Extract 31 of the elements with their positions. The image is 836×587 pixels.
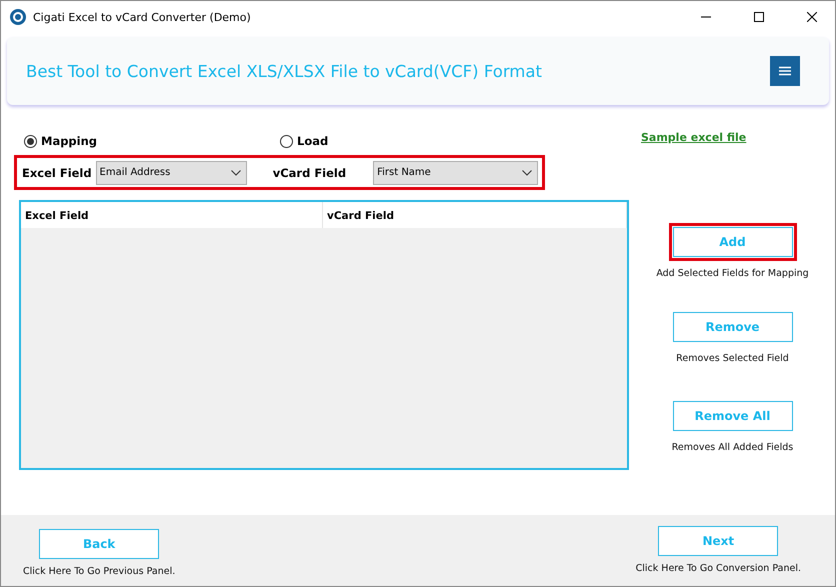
header-title: Best Tool to Convert Excel XLS/XLSX File to vCard(VCF) Format — [26, 62, 542, 80]
menu-icon — [779, 66, 791, 76]
action-button[interactable]: Remove — [672, 312, 792, 342]
close-icon[interactable] — [807, 12, 817, 22]
sample-file-link[interactable]: Sample excel file — [641, 131, 746, 144]
dropdown[interactable]: Email Address — [96, 160, 247, 184]
button-hint: Click Here To Go Conversion Panel. — [636, 563, 801, 574]
app-logo-icon — [10, 9, 26, 25]
action-button[interactable]: Add — [672, 227, 792, 257]
chevron-down-icon — [522, 170, 532, 176]
button-hint: Add Selected Fields for Mapping — [656, 268, 809, 279]
chevron-down-icon — [230, 170, 241, 176]
field-label: vCard Field — [272, 166, 346, 180]
back-button[interactable]: Back — [39, 529, 160, 559]
column-header: vCard Field — [323, 202, 627, 228]
next-button[interactable]: Next — [658, 526, 778, 556]
radio-button[interactable] — [24, 134, 37, 148]
action-button[interactable]: Remove All — [672, 401, 792, 431]
maximize-icon[interactable] — [754, 12, 764, 22]
button-hint: Removes Selected Field — [676, 353, 789, 364]
window-title: Cigati Excel to vCard Converter (Demo) — [33, 10, 252, 24]
button-hint: Removes All Added Fields — [672, 442, 794, 453]
field-label: Excel Field — [22, 166, 93, 180]
radio-label: Load — [297, 134, 328, 148]
column-header: Excel Field — [21, 202, 323, 228]
minimize-icon[interactable] — [701, 16, 711, 18]
button-hint: Click Here To Go Previous Panel. — [23, 566, 176, 577]
dropdown[interactable]: First Name — [373, 160, 538, 184]
radio-label: Mapping — [41, 134, 98, 148]
menu-button[interactable] — [770, 56, 800, 86]
radio-button[interactable] — [280, 134, 293, 148]
